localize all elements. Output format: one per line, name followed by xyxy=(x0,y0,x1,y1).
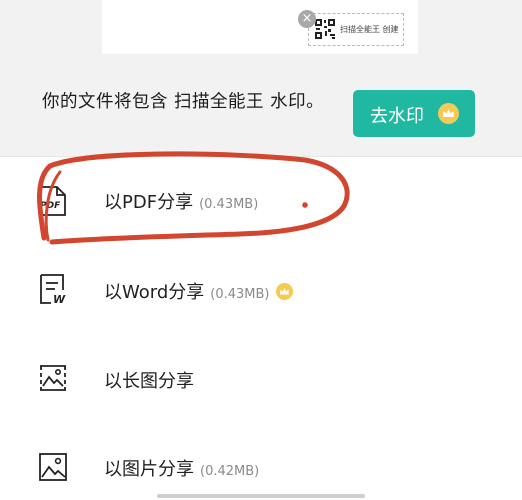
svg-text:PDF: PDF xyxy=(40,201,61,211)
crown-icon xyxy=(438,103,459,124)
long-image-icon xyxy=(40,365,66,391)
share-as-long-image-item[interactable]: 以长图分享 xyxy=(0,347,522,407)
svg-text:W: W xyxy=(53,293,66,305)
remove-watermark-label: 去水印 xyxy=(370,106,424,127)
share-as-image-item[interactable]: 以图片分享 (0.42MB) xyxy=(0,437,522,497)
share-as-word-item[interactable]: W 以Word分享 (0.43MB) xyxy=(0,260,522,320)
home-indicator xyxy=(157,494,365,498)
qr-code-icon xyxy=(314,18,336,40)
share-as-pdf-item[interactable]: PDF 以PDF分享 (0.43MB) xyxy=(0,171,522,231)
share-image-label: 以图片分享 (0.42MB) xyxy=(104,459,260,480)
section-divider xyxy=(0,156,522,157)
file-size: (0.43MB) xyxy=(199,197,259,212)
share-pdf-label: 以PDF分享 (0.43MB) xyxy=(104,192,259,213)
file-size: (0.42MB) xyxy=(200,464,260,479)
image-icon xyxy=(39,453,67,481)
share-long-image-label: 以长图分享 xyxy=(104,371,194,392)
word-file-icon: W xyxy=(40,274,66,305)
share-word-label: 以Word分享 (0.43MB) xyxy=(104,278,293,304)
crown-icon xyxy=(275,282,293,300)
close-icon[interactable]: × xyxy=(298,10,316,28)
remove-watermark-button[interactable]: 去水印 xyxy=(353,90,475,137)
watermark-notice-text: 你的文件将包含 扫描全能王 水印。 xyxy=(42,92,325,112)
pdf-file-icon: PDF xyxy=(39,186,66,216)
watermark-text: 扫描全能王 创建 xyxy=(340,25,399,34)
file-size: (0.43MB) xyxy=(210,287,270,302)
